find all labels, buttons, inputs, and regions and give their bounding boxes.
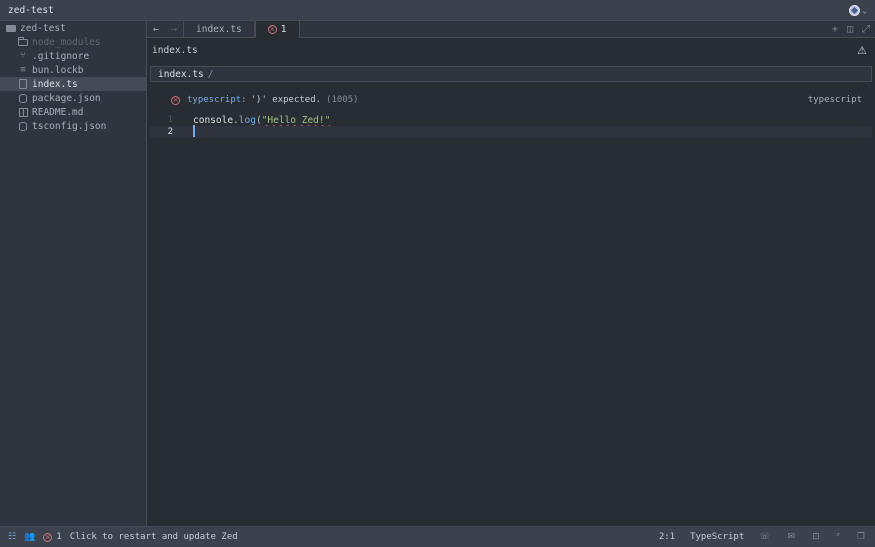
project-panel-icon[interactable]: ☷ — [8, 532, 16, 542]
pane-actions: + ◫ ⤢ — [832, 21, 875, 37]
tree-item-label: package.json — [32, 92, 101, 104]
tab-bar: ← → index.ts × 1 + ◫ ⤢ — [147, 21, 875, 38]
git-icon: ⑂ — [20, 51, 26, 61]
code-text[interactable] — [177, 124, 195, 140]
text-cursor — [193, 124, 195, 137]
tree-item-index-ts[interactable]: index.ts — [0, 77, 146, 91]
token-identifier: console — [193, 114, 234, 126]
tree-item-label: node_modules — [32, 36, 101, 48]
tab-label: 1 — [280, 23, 287, 35]
tree-item-label: tsconfig.json — [32, 120, 107, 132]
excerpt-separator: / — [207, 68, 214, 80]
cursor-position[interactable]: 2:1 — [659, 532, 675, 542]
status-bar: ☷ 👥 × 1 Click to restart and update Zed … — [0, 526, 875, 547]
code-text[interactable]: console.log("Hello Zed!" — [177, 115, 330, 126]
chat-icon[interactable]: ❐ — [857, 532, 865, 542]
split-pane-icon[interactable]: ◫ — [847, 24, 853, 35]
chevron-down-icon[interactable]: ⌄ — [862, 6, 867, 15]
tree-item-package-json[interactable]: package.json — [0, 91, 146, 105]
token-string: "Hello Zed!" — [261, 114, 331, 126]
back-arrow-icon[interactable]: ← — [147, 21, 165, 37]
tree-item-node-modules[interactable]: node_modules — [0, 35, 146, 49]
tab-index-ts[interactable]: index.ts — [183, 21, 255, 37]
plus-icon[interactable]: + — [832, 24, 838, 35]
avatar[interactable] — [849, 4, 861, 16]
tree-item-label: README.md — [32, 106, 84, 118]
error-icon: × — [43, 532, 53, 542]
user-menu[interactable]: ⌄ — [849, 4, 867, 16]
breadcrumb-file[interactable]: index.ts — [152, 45, 198, 56]
excerpt-header[interactable]: index.ts / — [150, 66, 872, 82]
excerpt-file: index.ts — [158, 68, 204, 80]
diagnostic-source: typescript: — [187, 95, 247, 105]
tree-item-tsconfig-json[interactable]: tsconfig.json — [0, 119, 146, 133]
title-bar: zed-test ⌄ — [0, 0, 875, 21]
diagnostic-text: ')' expected. — [250, 95, 322, 105]
error-count: 1 — [56, 532, 62, 542]
maximize-icon[interactable]: ⤢ — [862, 24, 870, 35]
tree-item-bun-lockb[interactable]: ≡ bun.lockb — [0, 63, 146, 77]
typescript-file-icon — [18, 79, 28, 89]
code-line-active[interactable]: 2 — [150, 124, 872, 140]
assistant-icon[interactable]: ☏ — [759, 532, 770, 542]
folder-open-icon — [6, 23, 16, 33]
json-file-icon — [18, 121, 28, 131]
diagnostic-language: typescript — [807, 95, 862, 105]
breadcrumb: index.ts ⚠ — [147, 38, 875, 62]
line-number: 2 — [167, 127, 173, 137]
json-file-icon — [18, 93, 28, 103]
project-title[interactable]: zed-test — [8, 5, 54, 16]
terminal-icon[interactable]: ⊡ — [812, 532, 820, 542]
warning-icon[interactable]: ⚠ — [857, 44, 867, 57]
token-method: log — [238, 114, 256, 126]
lock-file-icon: ≡ — [20, 65, 26, 75]
project-root-label: zed-test — [20, 22, 66, 34]
mail-icon[interactable]: ✉ — [788, 532, 796, 542]
tree-item-gitignore[interactable]: ⑂ .gitignore — [0, 49, 146, 63]
diagnostic-code: (1005) — [326, 95, 359, 105]
tab-diagnostics[interactable]: × 1 — [254, 21, 300, 38]
diagnostics-button[interactable]: × 1 — [43, 532, 62, 542]
zed-icon[interactable]: ᶻ — [837, 532, 840, 542]
code-line[interactable]: 1 console.log("Hello Zed!" — [150, 114, 872, 126]
diagnostics-editor[interactable]: index.ts / × typescript: ')' expected. (… — [150, 66, 872, 526]
error-icon: × — [267, 24, 277, 34]
update-message[interactable]: Click to restart and update Zed — [70, 532, 238, 542]
tree-item-label: bun.lockb — [32, 64, 84, 76]
book-icon — [18, 107, 28, 117]
project-panel: zed-test node_modules ⑂ .gitignore ≡ bun… — [0, 21, 147, 526]
diagnostic-message: × typescript: ')' expected. (1005) types… — [150, 94, 872, 106]
project-root[interactable]: zed-test — [0, 21, 146, 35]
tab-label: index.ts — [196, 23, 242, 35]
forward-arrow-icon[interactable]: → — [165, 21, 183, 37]
tree-item-readme[interactable]: README.md — [0, 105, 146, 119]
tree-item-label: .gitignore — [32, 50, 90, 62]
tree-item-label: index.ts — [32, 78, 78, 90]
error-icon: × — [171, 95, 180, 105]
collab-icon[interactable]: 👥 — [24, 532, 35, 542]
language-selector[interactable]: TypeScript — [690, 532, 744, 542]
folder-icon — [18, 36, 28, 47]
line-number: 1 — [167, 115, 173, 125]
status-right: 2:1 TypeScript ☏ ✉ ⊡ ᶻ ❐ — [659, 532, 871, 542]
